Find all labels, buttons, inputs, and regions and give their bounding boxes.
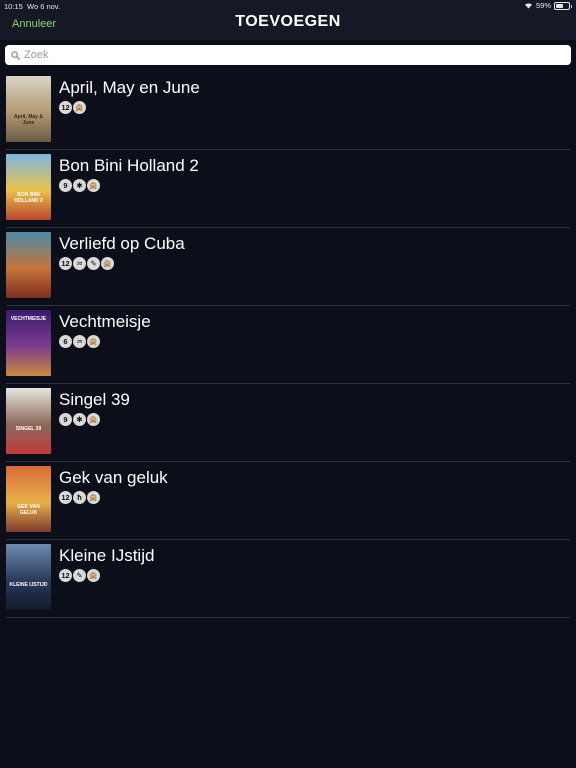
- battery-percent: 59%: [535, 1, 551, 10]
- content-rating-icon: 🙊: [87, 335, 100, 348]
- movie-poster: VECHTMEISJE: [6, 310, 51, 376]
- poster-title-text: GEK VAN GELUK: [17, 504, 40, 516]
- kijkwijzer-icons: 9 ✱ 🙊: [59, 413, 100, 426]
- movie-poster: GEK VAN GELUK: [6, 466, 51, 532]
- content-rating-icon: ✎: [87, 257, 100, 270]
- poster-title-text: April, May & June: [14, 114, 43, 126]
- search-icon: [11, 50, 20, 60]
- age-rating-icon: 9: [59, 413, 72, 426]
- content-rating-icon: 🙊: [73, 101, 86, 114]
- status-bar: 10:15 Wo 6 nov. 59%: [0, 0, 576, 12]
- movie-title: April, May en June: [59, 78, 200, 97]
- search-input[interactable]: [24, 49, 544, 61]
- movie-list: April, May & June April, May en June 12 🙊 BO…: [6, 72, 570, 618]
- age-rating-icon: 12: [59, 101, 72, 114]
- content-rating-icon: 🙊: [87, 569, 100, 582]
- age-rating-icon: 12: [59, 257, 72, 270]
- movie-poster: KLEINE IJSTIJD: [6, 544, 51, 610]
- content-rating-icon: 🙊: [101, 257, 114, 270]
- movie-title: Singel 39: [59, 390, 130, 409]
- movie-row[interactable]: GEK VAN GELUK Gek van geluk 12 ħ 🙊: [6, 462, 570, 540]
- age-rating-icon: 12: [59, 569, 72, 582]
- movie-row[interactable]: KLEINE IJSTIJD Kleine IJstijd 12 ✎ 🙊: [6, 540, 570, 618]
- movie-title: Verliefd op Cuba: [59, 234, 185, 253]
- movie-row[interactable]: Verliefd op Cuba 12 ♒ ✎ 🙊: [6, 228, 570, 306]
- content-rating-icon: ♒: [73, 257, 86, 270]
- movie-row[interactable]: BON BINI HOLLAND 2 Bon Bini Holland 2 9 ✱ 🙊: [6, 150, 570, 228]
- status-indicators: 59%: [524, 1, 572, 10]
- content-rating-icon: 🙊: [87, 413, 100, 426]
- movie-poster: April, May & June: [6, 76, 51, 142]
- movie-title: Gek van geluk: [59, 468, 168, 487]
- status-date: Wo 6 nov.: [27, 2, 61, 11]
- battery-fill: [556, 3, 564, 8]
- movie-row[interactable]: VECHTMEISJE Vechtmeisje 6 ♒ 🙊: [6, 306, 570, 384]
- kijkwijzer-icons: 12 🙊: [59, 101, 86, 114]
- content-rating-icon: 🙊: [87, 491, 100, 504]
- kijkwijzer-icons: 12 ♒ ✎ 🙊: [59, 257, 114, 270]
- movie-poster: [6, 232, 51, 298]
- movie-poster: BON BINI HOLLAND 2: [6, 154, 51, 220]
- search-bar[interactable]: [5, 45, 571, 65]
- content-rating-icon: ħ: [73, 491, 86, 504]
- battery-icon: [554, 1, 572, 10]
- movie-row[interactable]: SINGEL 39 Singel 39 9 ✱ 🙊: [6, 384, 570, 462]
- content-rating-icon: ✎: [73, 569, 86, 582]
- status-time: 10:15: [4, 2, 23, 11]
- poster-title-text: VECHTMEISJE: [10, 316, 47, 322]
- top-bar: 10:15 Wo 6 nov. 59% Annuleer TOEVOEGEN: [0, 0, 576, 40]
- page-title: TOEVOEGEN: [235, 13, 341, 30]
- content-rating-icon: ✱: [73, 413, 86, 426]
- kijkwijzer-icons: 6 ♒ 🙊: [59, 335, 100, 348]
- content-rating-icon: 🙊: [87, 179, 100, 192]
- age-rating-icon: 12: [59, 491, 72, 504]
- kijkwijzer-icons: 9 ✱ 🙊: [59, 179, 100, 192]
- poster-title-text: KLEINE IJSTIJD: [9, 582, 48, 588]
- movie-poster: SINGEL 39: [6, 388, 51, 454]
- kijkwijzer-icons: 12 ħ 🙊: [59, 491, 100, 504]
- movie-title: Vechtmeisje: [59, 312, 151, 331]
- wifi-icon: [524, 3, 532, 9]
- age-rating-icon: 9: [59, 179, 72, 192]
- age-rating-icon: 6: [59, 335, 72, 348]
- content-rating-icon: ♒: [73, 335, 86, 348]
- kijkwijzer-icons: 12 ✎ 🙊: [59, 569, 100, 582]
- poster-title-text: BON BINI HOLLAND 2: [14, 192, 43, 204]
- movie-title: Bon Bini Holland 2: [59, 156, 199, 175]
- content-rating-icon: ✱: [73, 179, 86, 192]
- movie-row[interactable]: April, May & June April, May en June 12 🙊: [6, 72, 570, 150]
- movie-title: Kleine IJstijd: [59, 546, 155, 565]
- poster-title-text: SINGEL 39: [15, 426, 42, 432]
